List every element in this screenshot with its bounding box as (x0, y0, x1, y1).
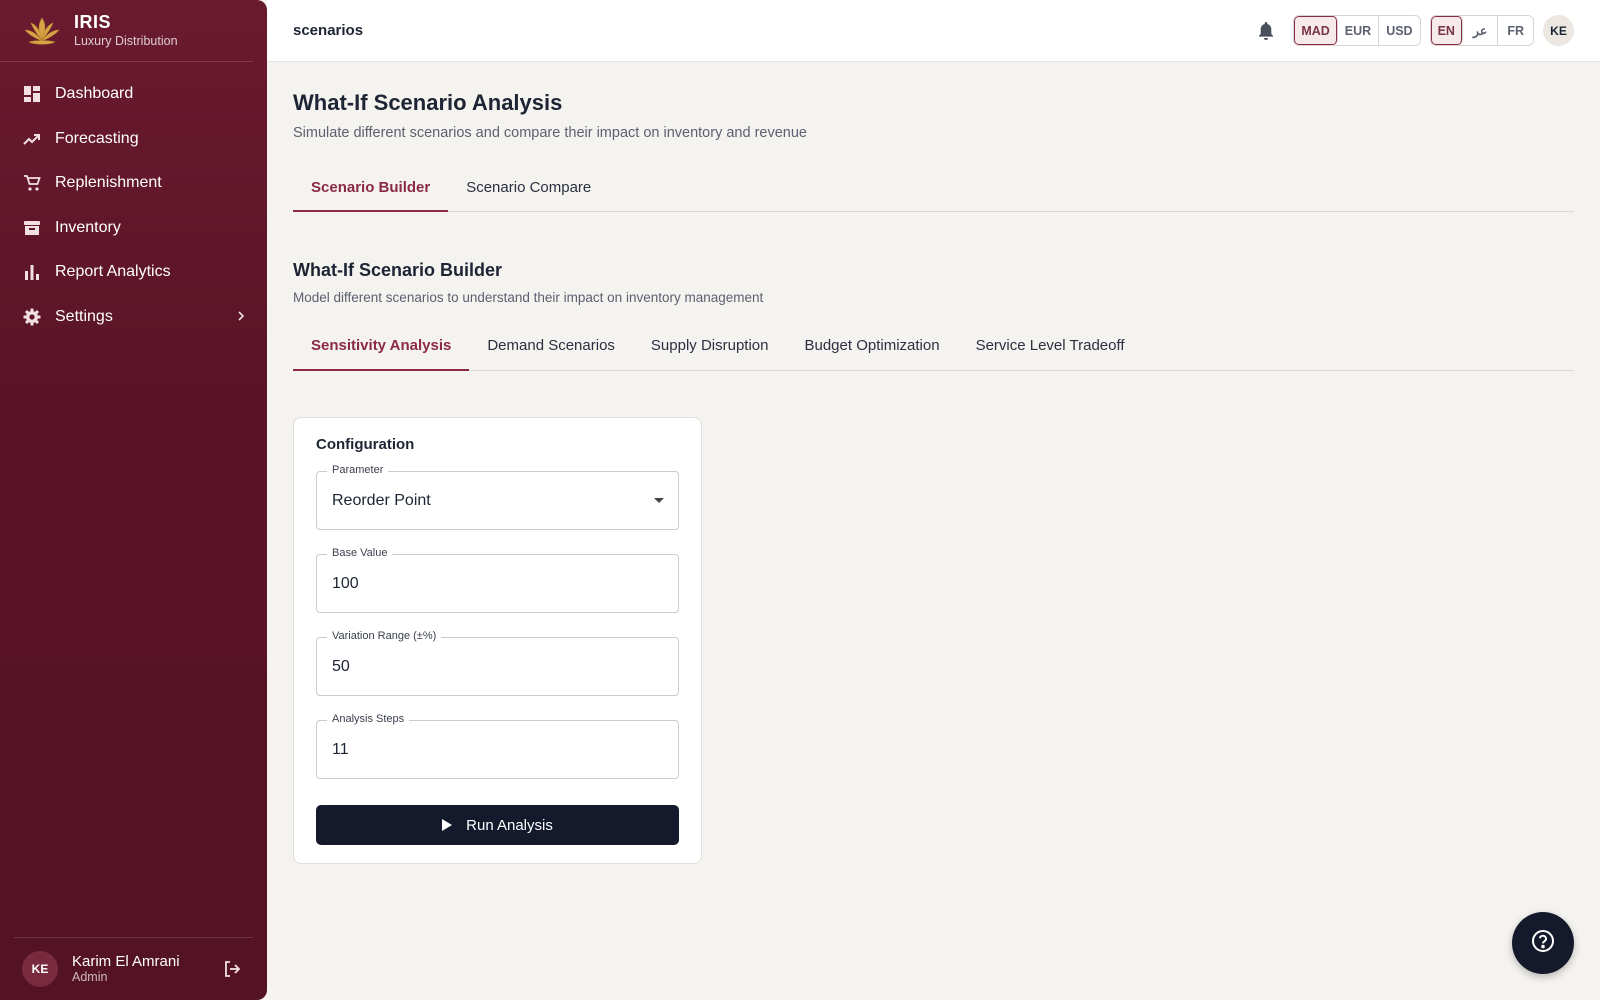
sidebar-item-forecasting[interactable]: Forecasting (0, 117, 267, 162)
user-panel: KE Karim El Amrani Admin (14, 937, 253, 1000)
field-value: 50 (332, 658, 350, 675)
analysis-steps-field[interactable]: Analysis Steps 11 (316, 713, 679, 779)
language-option-en[interactable]: EN (1430, 16, 1463, 45)
page-subtitle: Simulate different scenarios and compare… (293, 125, 807, 141)
builder-tabs: Sensitivity Analysis Demand Scenarios Su… (293, 321, 1574, 371)
bell-icon[interactable] (1257, 21, 1275, 41)
tab-service-level-tradeoff[interactable]: Service Level Tradeoff (958, 321, 1143, 370)
main-content: What-If Scenario Analysis Simulate diffe… (293, 62, 1574, 864)
tab-budget-optimization[interactable]: Budget Optimization (786, 321, 957, 370)
language-option-fr[interactable]: FR (1498, 16, 1533, 45)
brand-subtitle: Luxury Distribution (74, 34, 178, 48)
page-title: What-If Scenario Analysis (293, 90, 563, 115)
section-title: What-If Scenario Builder (293, 260, 503, 280)
gear-icon (23, 308, 41, 326)
avatar[interactable]: KE (1543, 15, 1574, 46)
currency-option-eur[interactable]: EUR (1337, 16, 1380, 45)
sidebar-item-label: Replenishment (55, 174, 162, 192)
logout-icon[interactable] (223, 960, 241, 983)
configuration-card: Configuration Parameter Reorder Point Ba… (293, 417, 702, 864)
sidebar-item-dashboard[interactable]: Dashboard (0, 72, 267, 117)
button-label: Run Analysis (466, 816, 553, 834)
sidebar: IRIS Luxury Distribution Dashboard Forec… (0, 0, 267, 1000)
currency-selector: MAD EUR USD (1293, 15, 1421, 46)
currency-option-usd[interactable]: USD (1379, 16, 1420, 45)
bar-chart-icon (23, 263, 41, 281)
currency-option-mad[interactable]: MAD (1294, 16, 1338, 45)
avatar[interactable]: KE (22, 951, 58, 987)
help-button[interactable] (1512, 912, 1574, 974)
trending-up-icon (23, 130, 41, 148)
sidebar-item-label: Forecasting (55, 129, 139, 147)
tab-scenario-builder[interactable]: Scenario Builder (293, 163, 449, 212)
field-label: Analysis Steps (327, 713, 410, 725)
brand-title: IRIS (74, 12, 112, 32)
sidebar-item-label: Dashboard (55, 85, 134, 103)
sidebar-item-replenishment[interactable]: Replenishment (0, 161, 267, 206)
tab-supply-disruption[interactable]: Supply Disruption (633, 321, 787, 370)
variation-range-field[interactable]: Variation Range (±%) 50 (316, 630, 679, 696)
sidebar-nav: Dashboard Forecasting Replenishment Inve… (0, 72, 267, 339)
caret-down-icon (654, 498, 664, 503)
user-role: Admin (72, 970, 108, 984)
page-tabs: Scenario Builder Scenario Compare (293, 163, 1574, 212)
sidebar-item-settings[interactable]: Settings (0, 295, 267, 340)
sidebar-item-label: Settings (55, 307, 113, 325)
field-label: Parameter (327, 464, 389, 476)
sidebar-item-report-analytics[interactable]: Report Analytics (0, 250, 267, 295)
section-subtitle: Model different scenarios to understand … (293, 290, 764, 305)
run-analysis-button[interactable]: Run Analysis (316, 805, 679, 845)
language-option-ar[interactable]: عر (1462, 16, 1499, 45)
field-value: 11 (332, 741, 349, 758)
breadcrumb: scenarios (293, 22, 364, 39)
tab-demand-scenarios[interactable]: Demand Scenarios (469, 321, 633, 370)
help-icon (1530, 928, 1556, 959)
field-value: Reorder Point (332, 492, 431, 509)
play-icon (442, 819, 453, 831)
field-value: 100 (332, 575, 359, 592)
sidebar-item-label: Report Analytics (55, 263, 171, 281)
sidebar-item-label: Inventory (55, 218, 121, 236)
parameter-select[interactable]: Parameter Reorder Point (316, 464, 679, 530)
dashboard-icon (23, 85, 41, 103)
topbar: scenarios MAD EUR USD EN عر FR KE (267, 0, 1600, 62)
tab-scenario-compare[interactable]: Scenario Compare (448, 163, 609, 211)
lotus-icon (22, 11, 62, 51)
user-name: Karim El Amrani (72, 953, 180, 970)
language-selector: EN عر FR (1429, 15, 1534, 46)
chevron-right-icon (237, 309, 245, 327)
base-value-field[interactable]: Base Value 100 (316, 547, 679, 613)
sidebar-item-inventory[interactable]: Inventory (0, 206, 267, 251)
archive-icon (23, 219, 41, 237)
tab-sensitivity-analysis[interactable]: Sensitivity Analysis (293, 321, 470, 371)
field-label: Variation Range (±%) (327, 630, 442, 642)
card-title: Configuration (316, 436, 415, 453)
brand[interactable]: IRIS Luxury Distribution (0, 0, 253, 62)
field-label: Base Value (327, 547, 393, 559)
cart-icon (23, 174, 41, 192)
